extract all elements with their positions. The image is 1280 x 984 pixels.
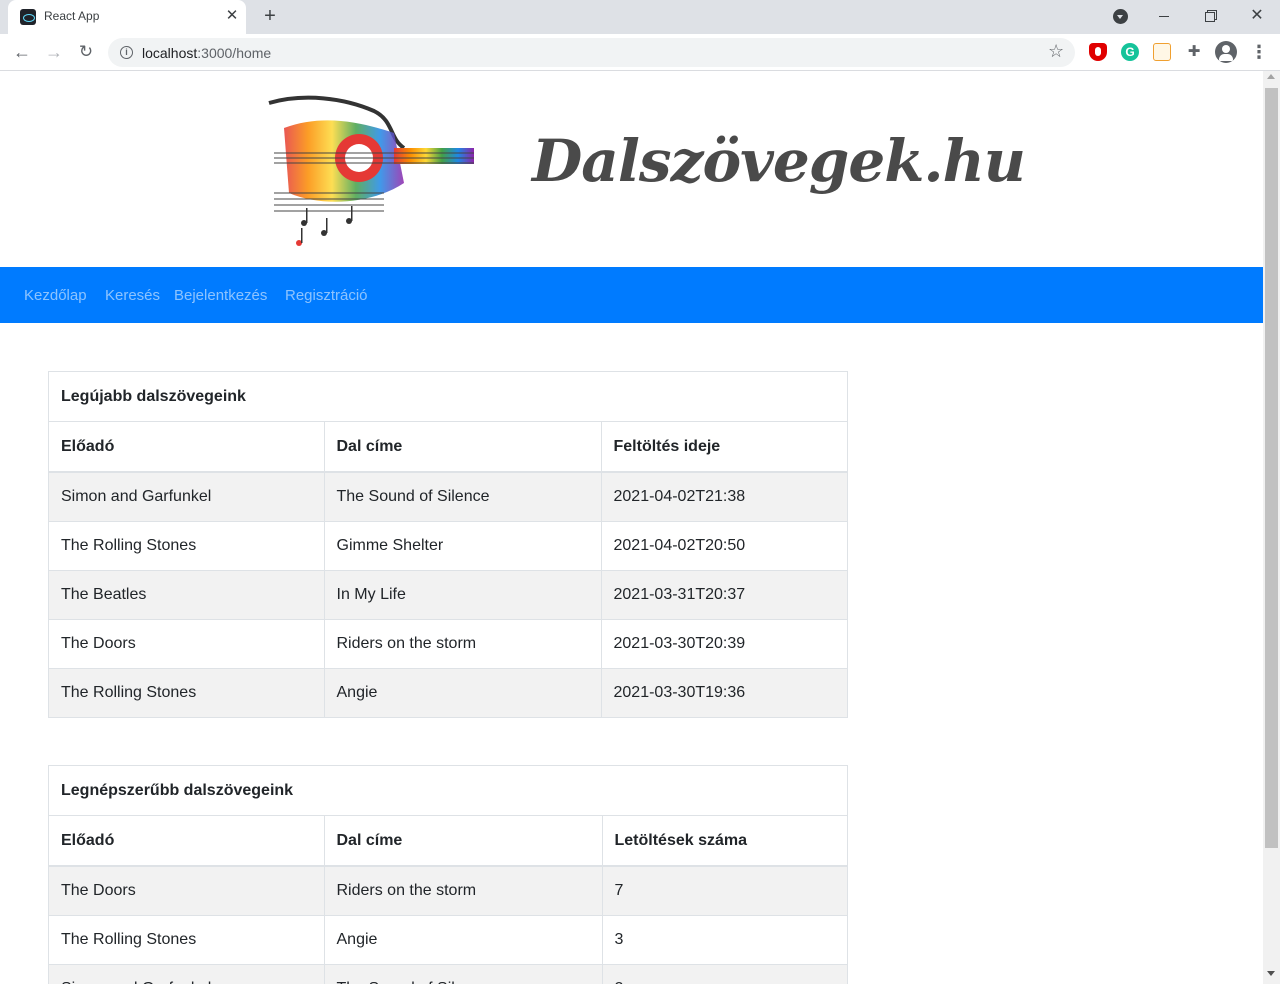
cell-song-title: Riders on the storm [324,618,602,668]
forward-button[interactable]: → [42,40,66,64]
feed-icon[interactable] [1153,43,1171,61]
nav-link-register[interactable]: Regisztráció [285,287,368,304]
ublock-icon[interactable] [1089,43,1107,61]
popular-lyrics-table: Előadó Dal címe Letöltések száma The Doo… [49,816,847,984]
table-row: The Rolling Stones Angie 3 [49,914,847,964]
cell-song-title: The Sound of Silence [324,471,602,521]
bookmark-star-icon[interactable]: ☆ [1048,41,1064,62]
cell-artist: Simon and Garfunkel [49,963,325,984]
cell-song-title: Angie [324,667,602,717]
scroll-down-arrow-icon[interactable] [1267,971,1275,976]
reload-button[interactable]: ↻ [74,40,98,64]
tab-title: React App [44,9,100,23]
cell-artist: The Doors [49,865,325,915]
cell-song-title: Riders on the storm [324,865,603,915]
minimize-button[interactable] [1149,4,1179,28]
table-row: The Rolling Stones Angie 2021-03-30T19:3… [49,667,847,717]
scrollbar-thumb[interactable] [1265,88,1278,848]
tab-search-icon[interactable] [1113,9,1128,24]
puzzle-icon[interactable]: ✚ [1185,43,1203,61]
cell-upload-time: 2021-03-30T19:36 [601,667,847,717]
cell-upload-time: 2021-04-02T20:50 [601,520,847,570]
latest-lyrics-table: Előadó Dal címe Feltöltés ideje Simon an… [49,422,847,717]
cell-download-count: 7 [602,865,847,915]
latest-lyrics-card: Legújabb dalszövegeink Előadó Dal címe F… [48,371,848,718]
cell-artist: The Rolling Stones [49,914,325,964]
address-bar[interactable]: i localhost:3000/home ☆ [108,38,1075,67]
nav-link-search[interactable]: Keresés [105,287,160,304]
nav-link-home[interactable]: Kezdőlap [24,287,87,304]
latest-lyrics-title: Legújabb dalszövegeink [49,372,847,422]
scroll-up-arrow-icon[interactable] [1267,74,1275,79]
column-header-artist: Előadó [49,816,325,867]
column-header-artist: Előadó [49,422,325,473]
guitar-music-logo [268,95,474,246]
restore-button[interactable] [1196,4,1226,28]
info-icon[interactable]: i [120,46,133,59]
cell-download-count: 2 [602,963,847,984]
column-header-upload-time: Feltöltés ideje [601,422,847,473]
table-header-row: Előadó Dal címe Letöltések száma [49,816,847,867]
cell-artist: The Doors [49,618,325,668]
cell-song-title: Angie [324,914,603,964]
cell-artist: Simon and Garfunkel [49,471,325,521]
url-host: localhost [142,45,198,61]
new-tab-button[interactable]: + [259,5,281,27]
column-header-download-count: Letöltések száma [602,816,847,867]
table-row: Simon and Garfunkel The Sound of Silence… [49,963,847,984]
column-header-song-title: Dal címe [324,816,603,867]
close-window-button[interactable]: ✕ [1242,4,1272,28]
url-path: :3000/home [197,45,272,61]
table-row: The Doors Riders on the storm 2021-03-30… [49,618,847,668]
cell-upload-time: 2021-03-30T20:39 [601,618,847,668]
nav-link-login[interactable]: Bejelentkezés [174,287,267,304]
browser-tab[interactable]: React App ✕ [8,0,246,34]
cell-artist: The Beatles [49,569,325,619]
url-text[interactable]: localhost:3000/home [142,45,271,61]
main-navbar: Kezdőlap Keresés Bejelentkezés Regisztrá… [0,267,1263,323]
cell-download-count: 3 [602,914,847,964]
table-row: Simon and Garfunkel The Sound of Silence… [49,471,847,521]
table-row: The Beatles In My Life 2021-03-31T20:37 [49,569,847,619]
tab-close-icon[interactable]: ✕ [224,8,240,24]
cell-song-title: In My Life [324,569,602,619]
cell-artist: The Rolling Stones [49,667,325,717]
cell-song-title: The Sound of Silence [324,963,603,984]
tab-strip: React App ✕ + ✕ [0,0,1280,34]
page-viewport: Dalszövegek.hu Kezdőlap Keresés Bejelent… [0,71,1263,984]
profile-icon[interactable] [1215,41,1237,63]
cell-upload-time: 2021-04-02T21:38 [601,471,847,521]
column-header-song-title: Dal címe [324,422,602,473]
table-header-row: Előadó Dal címe Feltöltés ideje [49,422,847,473]
cell-song-title: Gimme Shelter [324,520,602,570]
cell-upload-time: 2021-03-31T20:37 [601,569,847,619]
react-favicon-icon [20,9,36,25]
cell-artist: The Rolling Stones [49,520,325,570]
browser-menu-icon[interactable]: ⋮ [1250,42,1268,62]
table-row: The Rolling Stones Gimme Shelter 2021-04… [49,520,847,570]
popular-lyrics-card: Legnépszerűbb dalszövegeink Előadó Dal c… [48,765,848,984]
browser-toolbar: ← → ↻ i localhost:3000/home ☆ G ✚ ⋮ [0,34,1280,71]
grammarly-icon[interactable]: G [1121,43,1139,61]
page-scrollbar[interactable] [1263,71,1280,984]
table-row: The Doors Riders on the storm 7 [49,865,847,915]
back-button[interactable]: ← [10,40,34,64]
popular-lyrics-title: Legnépszerűbb dalszövegeink [49,766,847,816]
brand-logo-text: Dalszövegek.hu [532,127,1026,195]
